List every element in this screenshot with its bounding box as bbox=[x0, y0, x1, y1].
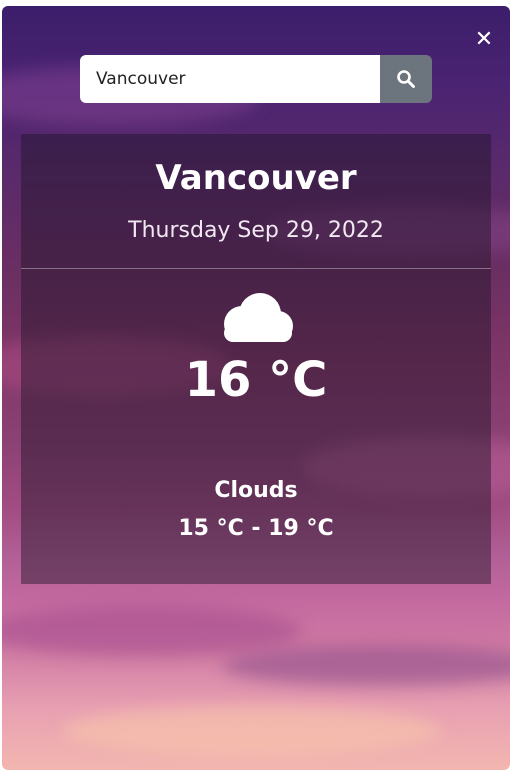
weather-condition: Clouds bbox=[214, 478, 298, 503]
weather-app-window: ✕ Vancouver Thursday Sep 29, 2022 16 °C … bbox=[2, 6, 510, 770]
divider bbox=[21, 268, 491, 269]
background-cloud bbox=[62, 706, 442, 756]
temperature-range: 15 °C - 19 °C bbox=[178, 516, 334, 541]
search-button[interactable] bbox=[380, 55, 432, 103]
city-name: Vancouver bbox=[155, 158, 357, 198]
current-date: Thursday Sep 29, 2022 bbox=[128, 218, 384, 243]
search-icon bbox=[397, 70, 415, 88]
close-button[interactable]: ✕ bbox=[472, 28, 496, 52]
background-cloud bbox=[2, 606, 302, 656]
search-bar bbox=[80, 55, 432, 103]
current-temperature: 16 °C bbox=[184, 352, 328, 408]
weather-card: Vancouver Thursday Sep 29, 2022 16 °C Cl… bbox=[21, 134, 491, 584]
search-input[interactable] bbox=[80, 55, 380, 103]
background-cloud bbox=[222, 646, 510, 686]
cloud-icon bbox=[224, 293, 293, 342]
